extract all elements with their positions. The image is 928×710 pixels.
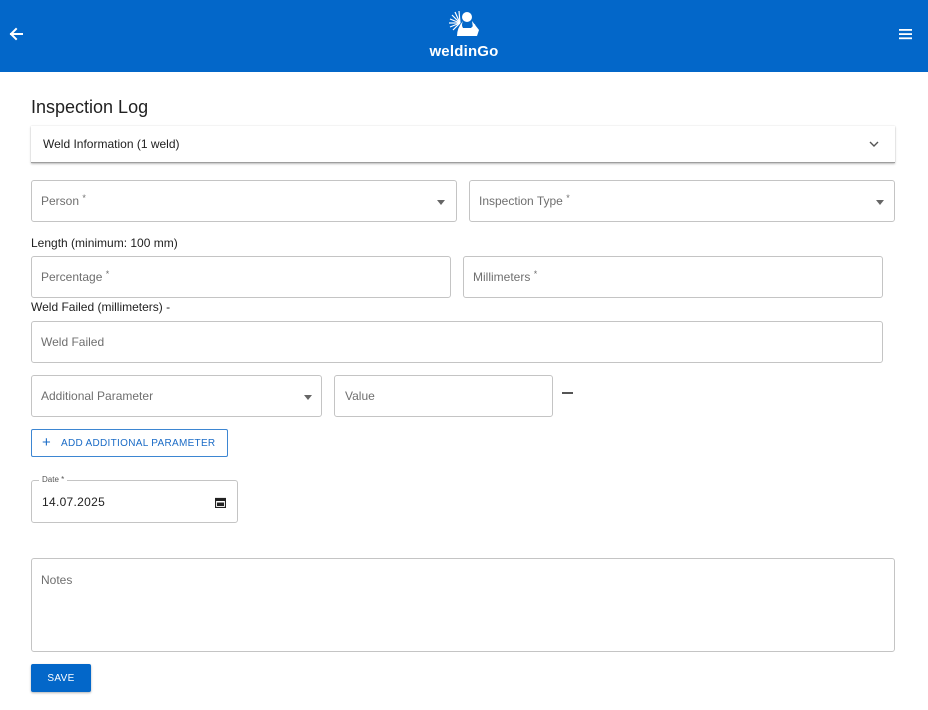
length-section-label: Length (minimum: 100 mm)	[31, 236, 178, 250]
additional-parameter-label: Additional Parameter	[41, 389, 154, 403]
additional-parameter-select[interactable]: Additional Parameter	[31, 375, 322, 417]
date-label: Date *	[39, 475, 68, 484]
brand-logo: weldinGo	[420, 8, 508, 64]
remove-parameter-button[interactable]	[560, 386, 576, 400]
accordion-label: Weld Information (1 weld)	[43, 137, 180, 151]
weld-failed-input[interactable]: Weld Failed	[31, 321, 883, 363]
caret-down-icon	[437, 200, 445, 205]
hamburger-menu-icon	[899, 29, 912, 40]
notes-textarea[interactable]: Notes	[31, 558, 895, 652]
weld-information-accordion[interactable]: Weld Information (1 weld)	[31, 126, 895, 163]
inspection-type-select[interactable]: Inspection Type *	[469, 180, 895, 222]
person-select[interactable]: Person *	[31, 180, 457, 222]
parameter-value-input[interactable]: Value	[334, 375, 553, 417]
minus-icon	[562, 392, 573, 394]
millimeters-label: Millimeters *	[473, 269, 538, 284]
weld-failed-placeholder: Weld Failed	[41, 335, 105, 349]
weld-failed-section-label: Weld Failed (millimeters) -	[31, 300, 171, 314]
calendar-icon[interactable]	[215, 497, 226, 508]
date-input[interactable]: Date * 14.07.2025	[31, 475, 238, 523]
millimeters-input[interactable]: Millimeters *	[463, 256, 883, 298]
percentage-input[interactable]: Percentage *	[31, 256, 451, 298]
menu-button[interactable]	[897, 22, 917, 46]
add-parameter-label: ADD ADDITIONAL PARAMETER	[61, 438, 216, 449]
brand-name: weldinGo	[429, 43, 499, 60]
percentage-label: Percentage *	[41, 269, 110, 284]
plus-icon: +	[42, 434, 52, 451]
person-label: Person *	[41, 193, 86, 208]
notes-placeholder: Notes	[41, 573, 73, 587]
welder-logo-icon	[449, 10, 479, 36]
caret-down-icon	[876, 200, 884, 205]
inspection-type-label: Inspection Type *	[479, 193, 570, 208]
date-value: 14.07.2025	[42, 495, 106, 509]
chevron-down-icon	[869, 141, 879, 147]
app-bar: weldinGo	[0, 0, 928, 72]
caret-down-icon	[304, 395, 312, 400]
page-title: Inspection Log	[31, 97, 149, 117]
arrow-left-icon	[9, 27, 23, 41]
save-button[interactable]: SAVE	[31, 664, 91, 692]
value-placeholder: Value	[345, 389, 375, 403]
add-additional-parameter-button[interactable]: + ADD ADDITIONAL PARAMETER	[31, 429, 228, 457]
back-button[interactable]	[8, 22, 28, 46]
